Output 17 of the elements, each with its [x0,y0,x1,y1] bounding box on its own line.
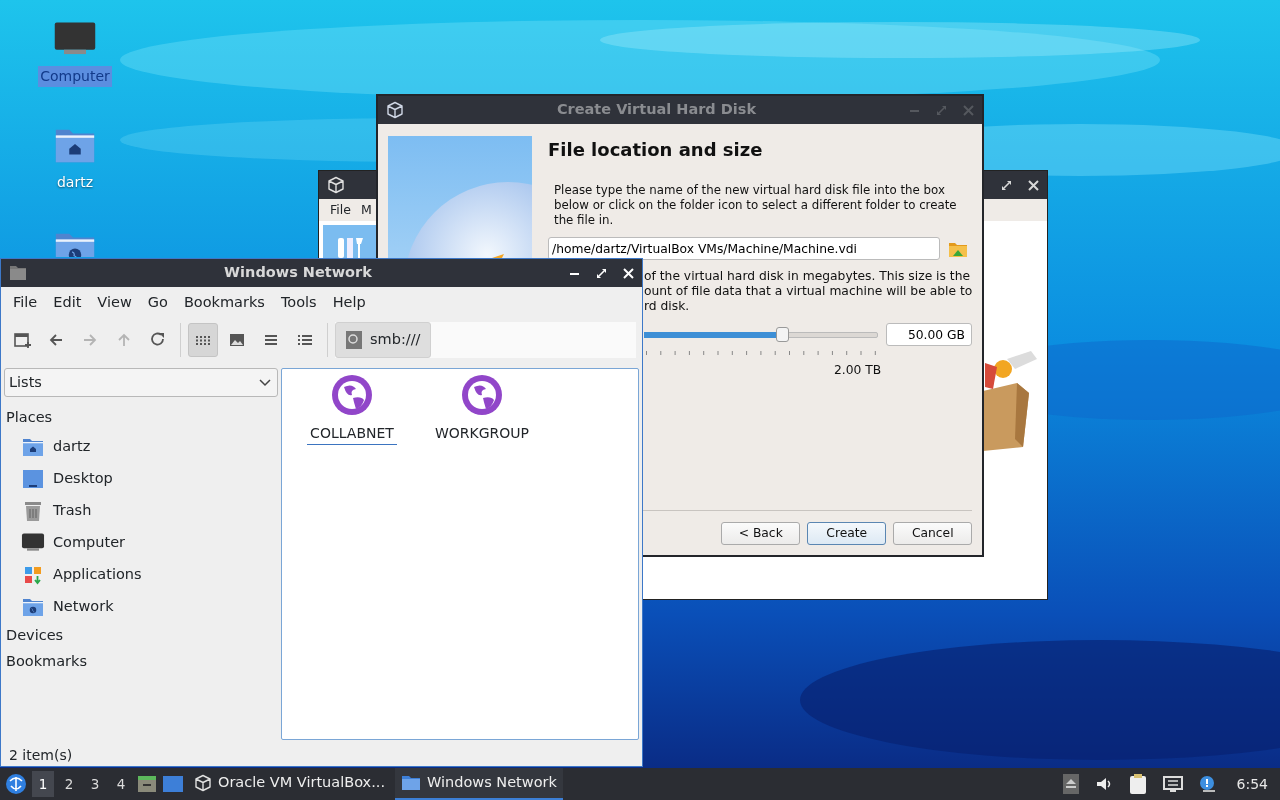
network-icon[interactable] [1162,775,1183,793]
notification-icon[interactable] [1198,775,1217,793]
taskbar-task[interactable]: Oracle VM VirtualBox... [188,768,391,800]
desktop-icon[interactable] [162,773,184,795]
eject-icon[interactable] [1062,774,1079,794]
folder-icon [401,775,421,791]
start-menu-icon[interactable] [4,772,28,796]
workspace-button[interactable]: 1 [32,771,54,797]
taskbar-task[interactable]: Windows Network [395,768,563,800]
volume-icon[interactable] [1094,775,1113,793]
cube-icon [194,774,212,792]
clipboard-icon[interactable] [1128,773,1147,795]
workspace-button[interactable]: 3 [84,771,106,797]
workspace-button[interactable]: 4 [110,771,132,797]
file-manager-icon[interactable] [136,773,158,795]
clock-text: 6:54 [1235,774,1269,794]
workspace-button[interactable]: 2 [58,771,80,797]
